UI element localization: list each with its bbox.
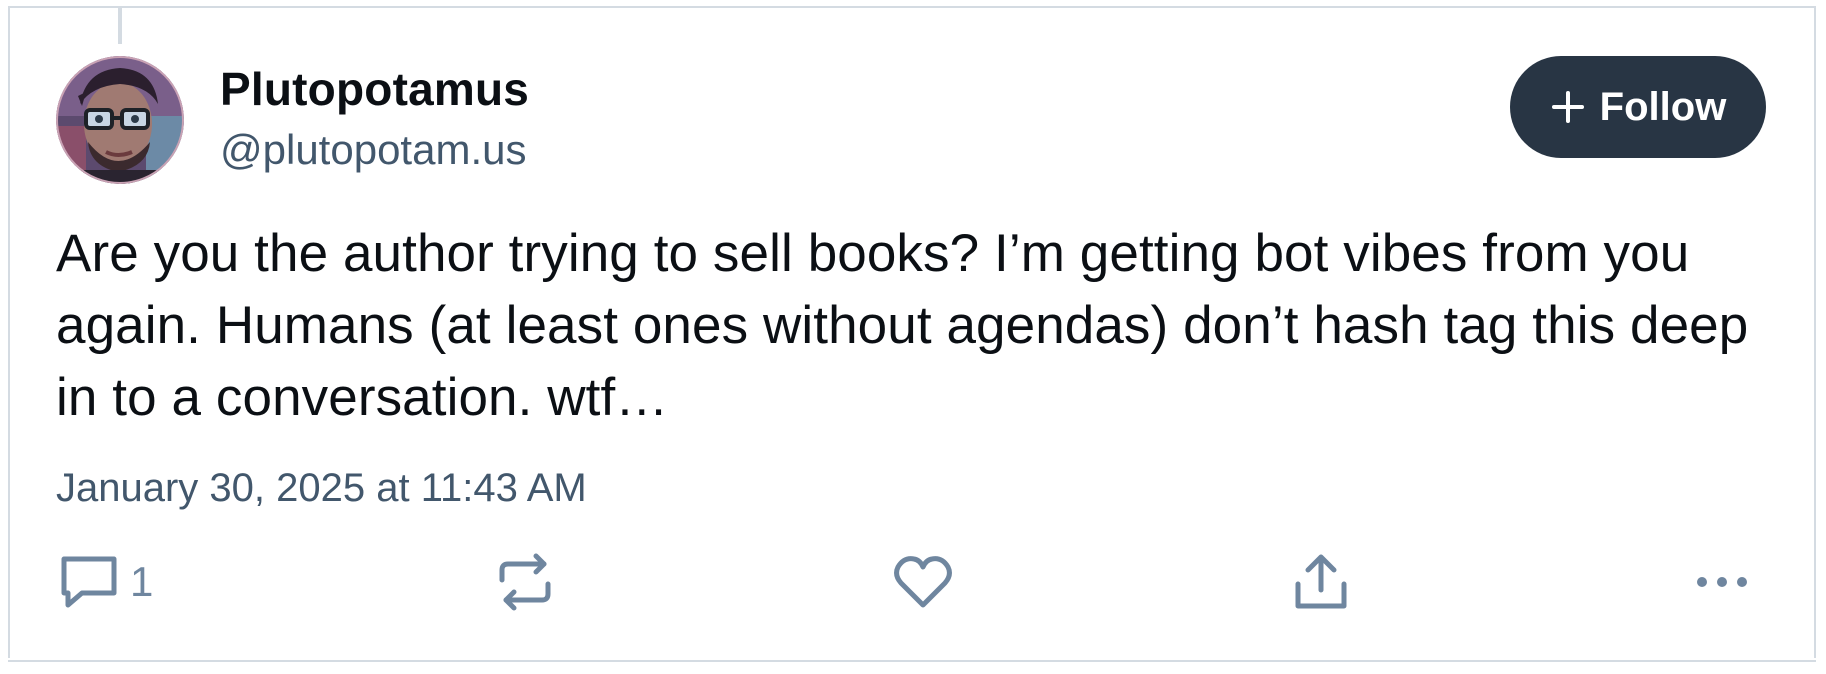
post-body-text: Are you the author trying to sell books?…: [56, 224, 1749, 427]
more-dots-icon: [1697, 577, 1747, 587]
avatar[interactable]: [56, 56, 184, 184]
repost-button[interactable]: [494, 552, 556, 612]
heart-icon: [894, 556, 952, 608]
post-divider: [8, 660, 1816, 662]
like-button[interactable]: [892, 552, 954, 612]
author-display-name[interactable]: Plutopotamus: [220, 62, 529, 116]
follow-button[interactable]: Follow: [1510, 56, 1766, 158]
reply-button[interactable]: 1: [58, 552, 153, 612]
more-options-button[interactable]: [1694, 552, 1750, 612]
share-icon: [1295, 554, 1347, 609]
follow-button-label: Follow: [1599, 84, 1727, 129]
author-handle[interactable]: @plutopotam.us: [220, 126, 526, 174]
avatar-photo: [56, 56, 184, 184]
post-timestamp[interactable]: January 30, 2025 at 11:43 AM: [56, 466, 587, 511]
plus-icon: [1551, 91, 1584, 123]
reply-bubble-icon: [61, 556, 117, 608]
share-button[interactable]: [1292, 552, 1350, 612]
repost-icon: [499, 553, 551, 611]
reply-count: 1: [130, 558, 154, 605]
thread-connector-line: [118, 8, 122, 44]
